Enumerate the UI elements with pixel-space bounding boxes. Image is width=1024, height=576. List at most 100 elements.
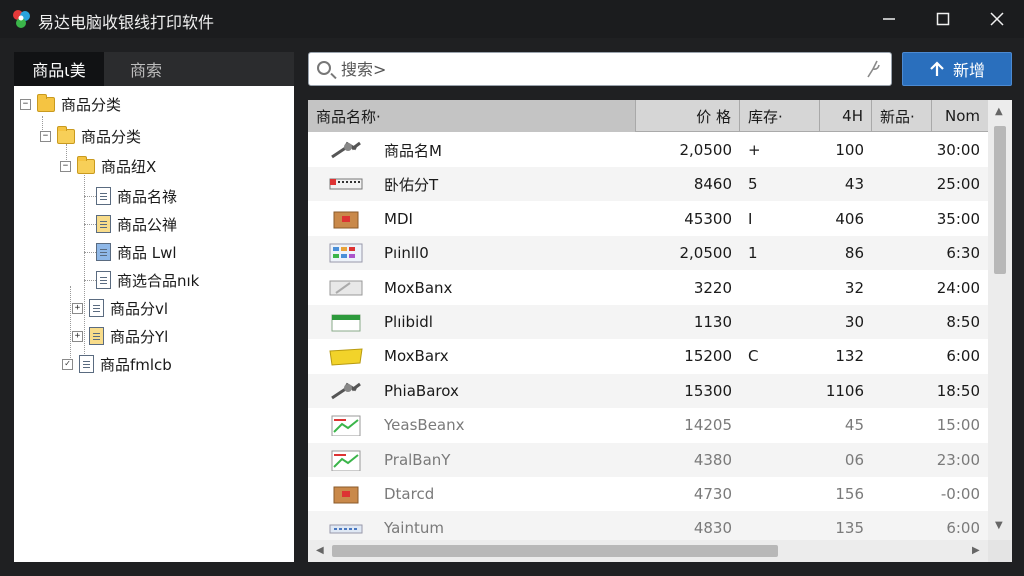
title-bar: 易达电脑收银线打印软件 — [0, 0, 1024, 38]
tree-node-label: 商品分类 — [81, 127, 142, 146]
scroll-thumb[interactable] — [332, 545, 778, 557]
document-icon — [96, 271, 111, 289]
horizontal-scrollbar[interactable]: ◀ ▶ — [308, 540, 988, 562]
table-row[interactable]: Plıibidl 1130 30 8:50 — [308, 305, 988, 339]
cell-time: 15:00 — [936, 416, 980, 435]
table-row[interactable]: PhiaBarox 15300 1106 18:50 — [308, 373, 988, 408]
voice-icon[interactable] — [865, 59, 881, 79]
cell-time: 8:50 — [946, 313, 980, 331]
cell-4h: 45 — [844, 416, 864, 435]
tree-guide — [84, 224, 96, 225]
maximize-button[interactable] — [918, 0, 968, 38]
table-row[interactable]: 卧佑分T 8460 5 43 25:00 — [308, 167, 988, 202]
collapse-icon[interactable]: − — [60, 160, 71, 172]
tree-node-label: 商品纽X — [101, 157, 157, 176]
tree-node[interactable]: 商品 Lwl — [96, 241, 177, 263]
tree-node-label: 商品分vl — [110, 299, 169, 318]
add-item-button[interactable]: 新增 — [902, 52, 1012, 86]
cell-name: 卧佑分T — [384, 175, 439, 194]
scroll-thumb[interactable] — [994, 126, 1006, 274]
product-thumbnail-icon — [331, 450, 361, 471]
table-row[interactable]: MDI 45300 I 406 35:00 — [308, 202, 988, 236]
cell-name: MDI — [384, 209, 413, 228]
cell-stock: + — [748, 141, 761, 159]
table-row[interactable]: PralBanY 4380 06 23:00 — [308, 442, 988, 477]
expand-icon[interactable]: + — [72, 330, 83, 342]
tab-products[interactable]: 商品ι美 — [14, 52, 104, 86]
tree-node[interactable]: − 商品分类 — [20, 93, 121, 115]
column-header-new[interactable]: 新品· — [872, 100, 932, 132]
search-input[interactable] — [341, 58, 841, 80]
tree-node[interactable]: − 商品分类 — [40, 125, 141, 147]
document-icon — [96, 243, 111, 261]
cell-name: MoxBanx — [384, 278, 453, 297]
cell-price: 3220 — [693, 278, 732, 297]
cell-4h: 32 — [844, 278, 864, 297]
cell-time: -0:00 — [940, 485, 980, 503]
vertical-scrollbar[interactable]: ▲ ▼ — [988, 100, 1012, 540]
scroll-up-icon[interactable]: ▲ — [995, 106, 1003, 117]
product-table: 商品名称· 价 格 库存· 4H 新品· Nom 商品名M 2,0500 +100 3… — [308, 100, 1012, 562]
column-header-nom[interactable]: Nom — [932, 100, 988, 132]
cell-name: Dtarcd — [384, 485, 435, 503]
column-header-price[interactable]: 价 格 — [636, 100, 740, 132]
column-header-4h[interactable]: 4H — [820, 100, 872, 132]
cell-time: 23:00 — [936, 450, 980, 469]
table-row[interactable]: MoxBanx 3220 32 24:00 — [308, 271, 988, 305]
add-item-label: 新增 — [952, 61, 985, 80]
search-box[interactable] — [308, 52, 892, 86]
tree-node-label: 商品 Lwl — [117, 243, 177, 262]
tree-node[interactable]: 商选合品nık — [96, 269, 199, 291]
cell-price: 45300 — [684, 209, 732, 228]
collapse-icon[interactable]: − — [20, 98, 31, 110]
tree-node[interactable]: + 商品分vl — [72, 297, 168, 319]
checkbox-icon[interactable]: ✓ — [62, 358, 73, 370]
product-thumbnail-icon — [331, 415, 361, 437]
product-thumbnail-icon — [333, 211, 359, 229]
column-header-stock[interactable]: 库存· — [740, 100, 820, 132]
cell-name: PralBanY — [384, 450, 451, 469]
cell-time: 6:00 — [946, 347, 980, 366]
table-header: 商品名称· 价 格 库存· 4H 新品· Nom — [308, 100, 988, 132]
expand-icon[interactable]: + — [72, 302, 83, 314]
cell-4h: 1106 — [825, 381, 864, 400]
table-row[interactable]: 商品名M 2,0500 +100 30:00 — [308, 133, 988, 167]
cell-name: 商品名M — [384, 141, 442, 160]
cell-price: 4730 — [693, 485, 732, 503]
scroll-right-icon[interactable]: ▶ — [972, 545, 980, 556]
cell-time: 18:50 — [936, 381, 980, 400]
table-row[interactable]: YeasBeanx 14205 45 15:00 — [308, 408, 988, 442]
cell-stock: 1 — [748, 244, 758, 263]
table-row[interactable]: Pıinll0 2,0500 1 86 6:30 — [308, 236, 988, 271]
tree-node[interactable]: ✓ 商品fmlcb — [62, 353, 172, 375]
cell-stock — [748, 271, 808, 305]
scroll-corner — [988, 540, 1012, 562]
app-logo-icon — [13, 10, 30, 28]
column-header-name[interactable]: 商品名称· — [308, 100, 636, 132]
cell-stock: I — [748, 209, 753, 228]
scroll-left-icon[interactable]: ◀ — [316, 545, 324, 556]
cell-4h: 86 — [844, 244, 864, 263]
tree-node[interactable]: 商品名祿 — [96, 185, 177, 207]
cell-time: 24:00 — [936, 278, 980, 297]
minimize-button[interactable] — [864, 0, 914, 38]
cell-stock: C — [748, 347, 759, 366]
folder-open-icon — [57, 125, 75, 144]
cell-4h: 406 — [835, 209, 864, 228]
tree-node-label: 商品分Yl — [110, 327, 169, 346]
cell-name: MoxBarx — [384, 347, 449, 366]
tree-node[interactable]: + 商品分Yl — [72, 325, 168, 347]
cell-4h: 43 — [844, 175, 864, 194]
table-row[interactable]: MoxBarx 15200 C 132 6:00 — [308, 339, 988, 373]
collapse-icon[interactable]: − — [40, 130, 51, 142]
tree-node[interactable]: 商品公禅 — [96, 213, 177, 235]
tree-node[interactable]: − 商品纽X — [60, 155, 156, 177]
cell-price: 2,0500 — [679, 244, 733, 263]
scroll-down-icon[interactable]: ▼ — [995, 520, 1003, 531]
tab-search[interactable]: 商索 — [106, 52, 186, 86]
folder-icon — [37, 93, 55, 112]
close-button[interactable] — [972, 0, 1022, 38]
table-row[interactable]: Dtarcd 4730 156 -0:00 — [308, 477, 988, 511]
product-thumbnail-icon — [331, 314, 361, 332]
cell-4h: 132 — [835, 347, 864, 366]
